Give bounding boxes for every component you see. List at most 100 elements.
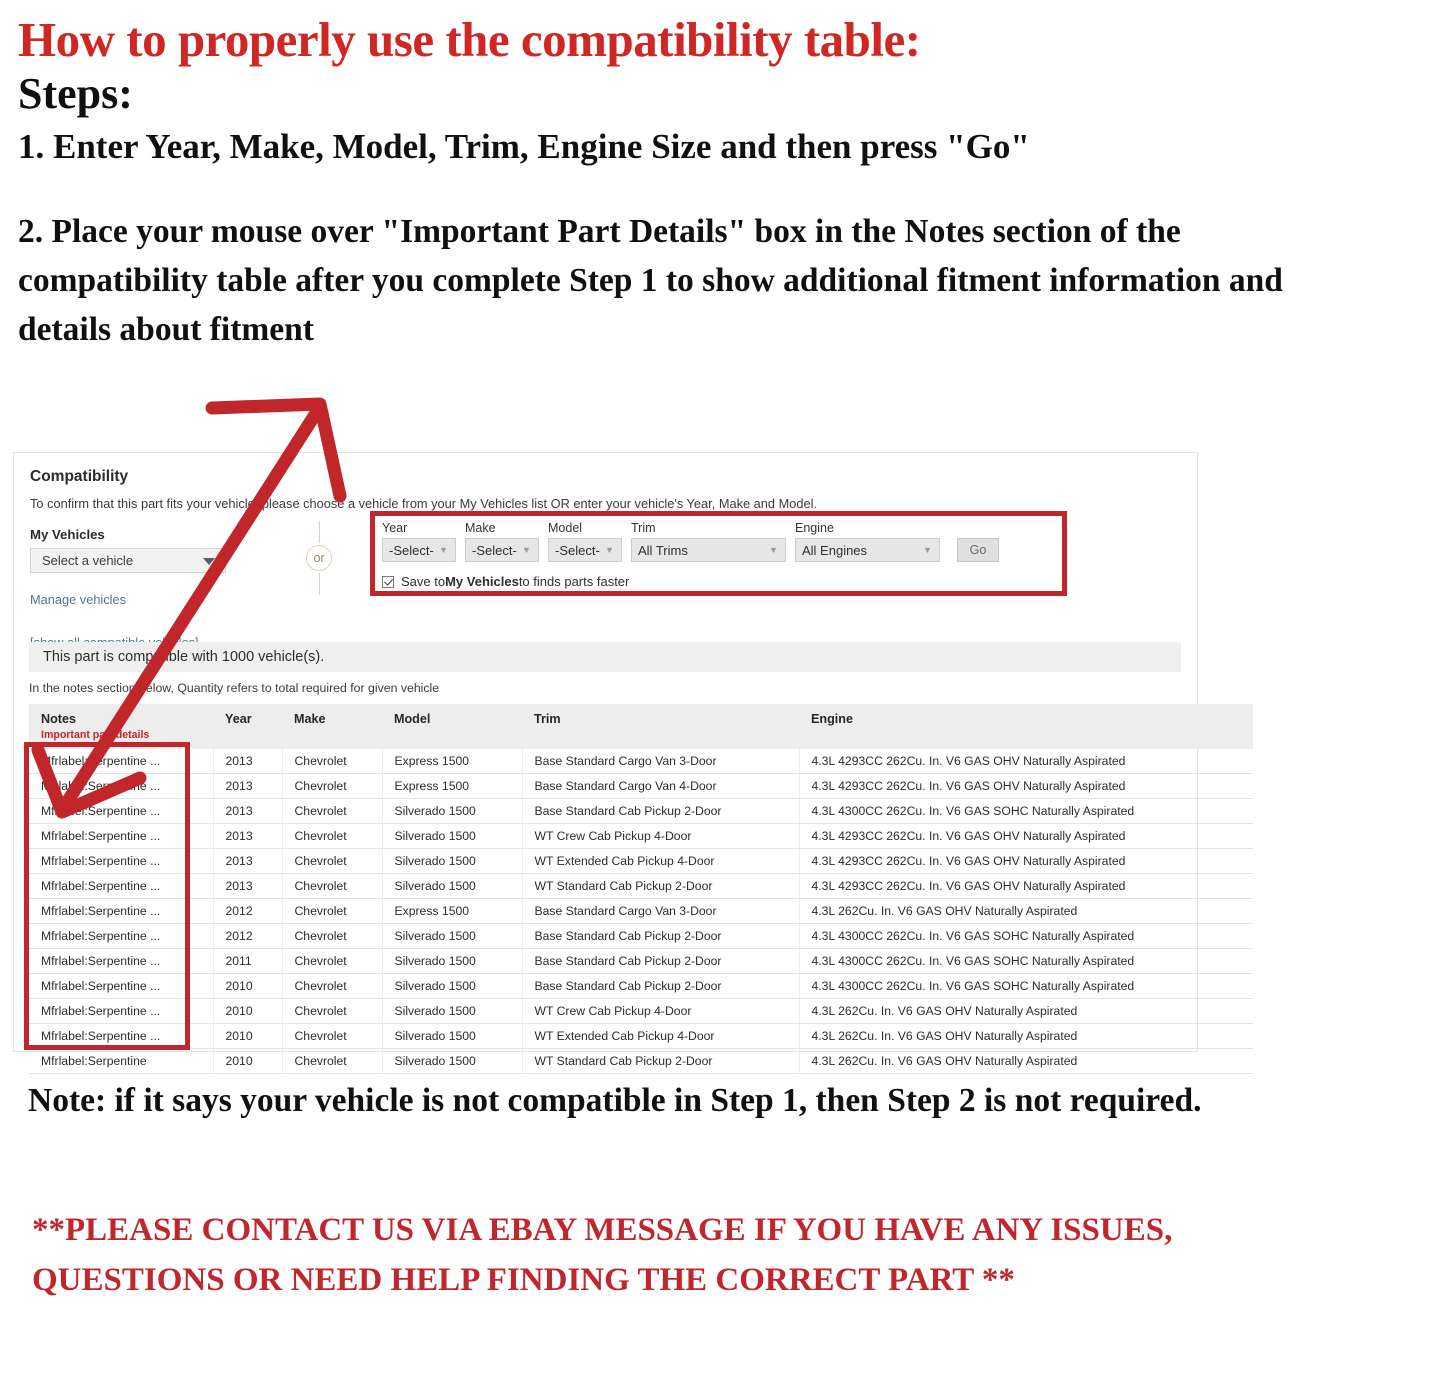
cell-notes[interactable]: Mfrlabel:Serpentine — [29, 1048, 214, 1074]
cell-engine: 4.3L 4300CC 262Cu. In. V6 GAS SOHC Natur… — [799, 923, 1253, 949]
cell-engine: 4.3L 4293CC 262Cu. In. V6 GAS OHV Natura… — [799, 873, 1253, 899]
cell-make: Chevrolet — [282, 749, 383, 774]
cell-model: Silverado 1500 — [382, 798, 523, 824]
cell-make: Chevrolet — [282, 873, 383, 899]
save-to-my-vehicles-row[interactable]: Save to My Vehicles to finds parts faste… — [382, 574, 999, 589]
cell-year: 2013 — [213, 823, 283, 849]
step-2-text: 2. Place your mouse over "Important Part… — [18, 212, 1283, 349]
trim-field-group: Trim All Trims ▼ — [631, 521, 786, 562]
engine-field-group: Engine All Engines ▼ — [795, 521, 940, 562]
cell-year: 2010 — [213, 1023, 283, 1049]
or-divider-line-top — [318, 521, 320, 543]
table-row: Mfrlabel:Serpentine ... 2011 Chevrolet Silv… — [29, 948, 1253, 974]
cell-model: Silverado 1500 — [382, 948, 523, 974]
page-title: How to properly use the compatibility ta… — [18, 12, 921, 67]
cell-model: Silverado 1500 — [382, 973, 523, 999]
header-notes-label: Notes — [41, 712, 76, 726]
year-label: Year — [382, 521, 408, 535]
year-field-group: Year -Select- ▼ — [382, 521, 456, 562]
cell-trim: Base Standard Cab Pickup 2-Door — [522, 973, 800, 999]
make-select[interactable]: -Select- ▼ — [465, 538, 539, 562]
cell-year: 2010 — [213, 973, 283, 999]
instructions-block: How to properly use the compatibility ta… — [0, 0, 1445, 354]
model-field-group: Model -Select- ▼ — [548, 521, 622, 562]
header-year: Year — [213, 704, 282, 749]
chevron-down-icon: ▼ — [522, 545, 531, 555]
cell-make: Chevrolet — [282, 898, 383, 924]
model-label: Model — [548, 521, 583, 535]
or-divider: or — [305, 521, 333, 595]
header-make: Make — [282, 704, 382, 749]
cell-engine: 4.3L 4293CC 262Cu. In. V6 GAS OHV Natura… — [799, 773, 1253, 799]
notes-column-highlight-box — [24, 742, 190, 1050]
cell-model: Silverado 1500 — [382, 998, 523, 1024]
table-row: Mfrlabel:Serpentine ... 2010 Chevrolet Silv… — [29, 998, 1253, 1024]
header-trim: Trim — [522, 704, 799, 749]
engine-select[interactable]: All Engines ▼ — [795, 538, 940, 562]
cell-make: Chevrolet — [282, 948, 383, 974]
trim-select[interactable]: All Trims ▼ — [631, 538, 786, 562]
cell-make: Chevrolet — [282, 848, 383, 874]
table-row: Mfrlabel:Serpentine ... 2013 Chevrolet Expr… — [29, 749, 1253, 774]
save-text-before: Save to — [401, 574, 446, 589]
cell-year: 2013 — [213, 873, 283, 899]
table-header-row: Notes Important part details Year Make M… — [29, 704, 1253, 749]
cell-make: Chevrolet — [282, 923, 383, 949]
save-text-after: to finds parts faster — [518, 574, 630, 589]
cell-model: Silverado 1500 — [382, 823, 523, 849]
header-model: Model — [382, 704, 522, 749]
header-engine: Engine — [799, 704, 1253, 749]
compatibility-subtext: To confirm that this part fits your vehi… — [30, 496, 817, 511]
table-row: Mfrlabel:Serpentine ... 2013 Chevrolet Silv… — [29, 848, 1253, 874]
model-select[interactable]: -Select- ▼ — [548, 538, 622, 562]
cell-year: 2010 — [213, 1048, 283, 1074]
model-select-value: -Select- — [555, 542, 600, 558]
cell-trim: Base Standard Cab Pickup 2-Door — [522, 798, 800, 824]
cell-trim: WT Crew Cab Pickup 4-Door — [522, 998, 800, 1024]
cell-engine: 4.3L 262Cu. In. V6 GAS OHV Naturally Asp… — [799, 1023, 1253, 1049]
or-divider-label: or — [306, 545, 332, 571]
table-row: Mfrlabel:Serpentine ... 2012 Chevrolet Silv… — [29, 923, 1253, 949]
cell-model: Express 1500 — [382, 773, 523, 799]
vehicle-select-dropdown[interactable]: Select a vehicle — [30, 548, 226, 573]
cell-trim: WT Crew Cab Pickup 4-Door — [522, 823, 800, 849]
cell-trim: Base Standard Cargo Van 3-Door — [522, 749, 800, 774]
cell-year: 2011 — [213, 948, 283, 974]
cell-trim: Base Standard Cargo Van 3-Door — [522, 898, 800, 924]
engine-label: Engine — [795, 521, 834, 535]
cell-make: Chevrolet — [282, 973, 383, 999]
cell-make: Chevrolet — [282, 998, 383, 1024]
go-button[interactable]: Go — [957, 538, 999, 562]
cell-year: 2012 — [213, 898, 283, 924]
vehicle-select-value: Select a vehicle — [42, 553, 134, 568]
cell-model: Express 1500 — [382, 898, 523, 924]
compatibility-table: Notes Important part details Year Make M… — [29, 704, 1253, 1074]
header-notes-sublabel: Important part details — [41, 729, 150, 741]
or-divider-line-bottom — [318, 573, 320, 595]
cell-year: 2013 — [213, 798, 283, 824]
save-vehicle-checkbox[interactable] — [382, 575, 394, 588]
cell-make: Chevrolet — [282, 798, 383, 824]
table-row: Mfrlabel:Serpentine ... 2013 Chevrolet Silv… — [29, 798, 1253, 824]
trim-label: Trim — [631, 521, 656, 535]
chevron-down-icon: ▼ — [605, 545, 614, 555]
table-body: Mfrlabel:Serpentine ... 2013 Chevrolet Expr… — [29, 749, 1253, 1074]
compatibility-heading: Compatibility — [30, 468, 129, 485]
chevron-down-icon: ▼ — [439, 545, 448, 555]
cell-engine: 4.3L 4293CC 262Cu. In. V6 GAS OHV Natura… — [799, 749, 1253, 774]
make-label: Make — [465, 521, 496, 535]
year-select[interactable]: -Select- ▼ — [382, 538, 456, 562]
cell-year: 2010 — [213, 998, 283, 1024]
cell-model: Silverado 1500 — [382, 923, 523, 949]
table-row: Mfrlabel:Serpentine 2010 Chevrolet Silverad… — [29, 1048, 1253, 1074]
cell-trim: WT Standard Cab Pickup 2-Door — [522, 1048, 800, 1074]
cell-trim: Base Standard Cab Pickup 2-Door — [522, 948, 800, 974]
make-select-value: -Select- — [472, 542, 517, 558]
cell-year: 2012 — [213, 923, 283, 949]
steps-label: Steps: — [18, 69, 133, 119]
cell-year: 2013 — [213, 848, 283, 874]
cell-model: Express 1500 — [382, 749, 523, 774]
cell-trim: Base Standard Cargo Van 4-Door — [522, 773, 800, 799]
cell-trim: Base Standard Cab Pickup 2-Door — [522, 923, 800, 949]
cell-year: 2013 — [213, 749, 283, 774]
